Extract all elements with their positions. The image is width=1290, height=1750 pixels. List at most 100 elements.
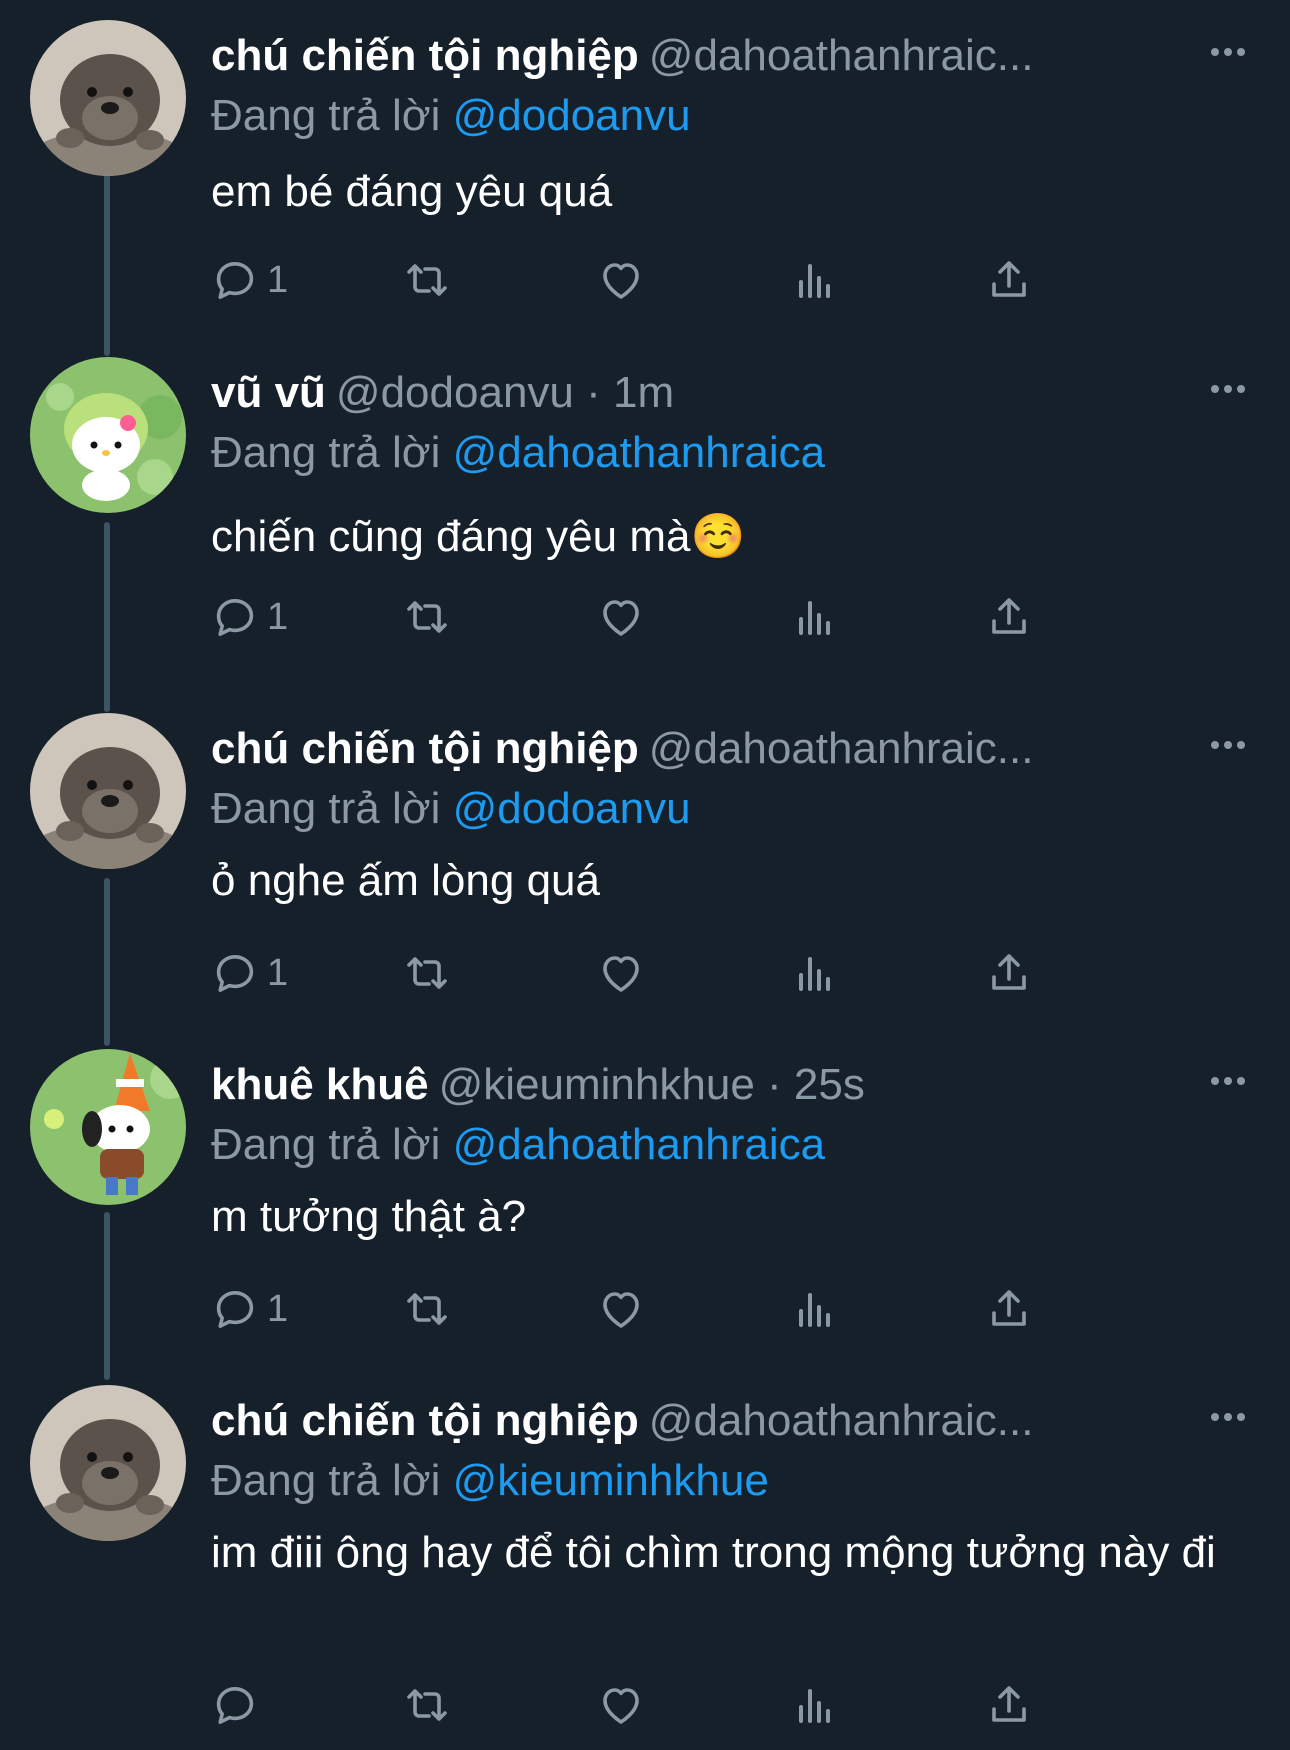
heart-icon: [603, 263, 639, 299]
display-name[interactable]: chú chiến tội nghiệp: [211, 1396, 639, 1445]
otter-avatar[interactable]: [30, 713, 186, 869]
display-name[interactable]: khuê khuê: [211, 1060, 429, 1109]
tweet[interactable]: khuê khuê @kieuminhkhue · 25s Đang trả lờ…: [0, 1049, 1290, 1369]
replying-to: Đang trả lời @dahoathanhraica: [211, 1115, 825, 1175]
reply-icon: [216, 1687, 254, 1724]
retweet-icon: [407, 264, 447, 296]
tweet-text: chiến cũng đáng yêu mà☺️: [211, 512, 746, 561]
like-button[interactable]: [597, 943, 645, 1003]
tweet-text: im điii ông hay để tôi chìm trong mộng t…: [211, 1528, 1216, 1577]
reply-icon: [216, 599, 254, 636]
share-button[interactable]: [985, 587, 1033, 647]
tweet[interactable]: chú chiến tội nghiệp @dahoathanhraic... Đ…: [0, 20, 1290, 340]
tweet-header: chú chiến tội nghiệp @dahoathanhraic...: [211, 719, 1171, 779]
replying-prefix: Đang trả lời: [211, 1120, 441, 1169]
analytics-icon: [799, 1689, 830, 1723]
tweet[interactable]: chú chiến tội nghiệp @dahoathanhraic... Đ…: [0, 713, 1290, 1033]
display-name[interactable]: vũ vũ: [211, 368, 326, 417]
views-button[interactable]: [791, 943, 839, 1003]
views-button[interactable]: [791, 1279, 839, 1339]
share-icon: [992, 598, 1026, 634]
tweet[interactable]: vũ vũ @dodoanvu · 1m Đang trả lời @dahoat…: [0, 357, 1290, 697]
display-name[interactable]: chú chiến tội nghiệp: [211, 31, 639, 80]
retweet-button[interactable]: [403, 943, 451, 1003]
replying-to: Đang trả lời @dodoanvu: [211, 86, 691, 146]
analytics-icon: [799, 957, 830, 991]
share-button[interactable]: [985, 1675, 1033, 1735]
analytics-icon: [799, 1293, 830, 1327]
tweet-header: vũ vũ @dodoanvu · 1m: [211, 363, 1171, 423]
user-handle[interactable]: @kieuminhkhue: [439, 1060, 755, 1109]
like-button[interactable]: [597, 1279, 645, 1339]
share-button[interactable]: [985, 250, 1033, 310]
views-button[interactable]: [791, 587, 839, 647]
more-options-icon[interactable]: [1198, 32, 1258, 72]
share-icon: [992, 954, 1026, 990]
share-button[interactable]: [985, 943, 1033, 1003]
user-handle[interactable]: @dahoathanhraic...: [649, 724, 1034, 773]
retweet-icon: [407, 1293, 447, 1325]
mention-link[interactable]: @dahoathanhraica: [453, 1120, 826, 1169]
share-button[interactable]: [985, 1279, 1033, 1339]
retweet-button[interactable]: [403, 1279, 451, 1339]
retweet-button[interactable]: [403, 1675, 451, 1735]
mention-link[interactable]: @dahoathanhraica: [453, 428, 826, 477]
retweet-button[interactable]: [403, 587, 451, 647]
reply-button[interactable]: 1: [211, 250, 288, 310]
like-button[interactable]: [597, 587, 645, 647]
like-button[interactable]: [597, 250, 645, 310]
like-button[interactable]: [597, 1675, 645, 1735]
user-handle[interactable]: @dahoathanhraic...: [649, 31, 1034, 80]
reply-button[interactable]: 1: [211, 943, 288, 1003]
heart-icon: [603, 1688, 639, 1724]
user-handle[interactable]: @dodoanvu: [336, 368, 574, 417]
tweet[interactable]: chú chiến tội nghiệp @dahoathanhraic... Đ…: [0, 1385, 1290, 1750]
reply-count: 1: [267, 258, 289, 301]
reply-icon: [216, 1291, 254, 1328]
more-options-icon[interactable]: [1198, 369, 1258, 409]
reply-icon: [216, 955, 254, 992]
views-button[interactable]: [791, 250, 839, 310]
hello-kitty-avatar[interactable]: [30, 357, 186, 513]
tweet-actions: [211, 1675, 1141, 1735]
user-handle[interactable]: @dahoathanhraic...: [649, 1396, 1034, 1445]
analytics-icon: [799, 601, 830, 635]
mention-link[interactable]: @kieuminhkhue: [453, 1456, 769, 1505]
retweet-button[interactable]: [403, 250, 451, 310]
tweet-header: khuê khuê @kieuminhkhue · 25s: [211, 1055, 1171, 1115]
retweet-icon: [407, 957, 447, 989]
share-icon: [992, 261, 1026, 297]
heart-icon: [603, 600, 639, 636]
reply-button[interactable]: 1: [211, 1279, 288, 1339]
reply-count: 1: [267, 951, 289, 994]
replying-to: Đang trả lời @dodoanvu: [211, 779, 691, 839]
mention-link[interactable]: @dodoanvu: [453, 784, 691, 833]
mention-link[interactable]: @dodoanvu: [453, 91, 691, 140]
reply-button[interactable]: 1: [211, 587, 288, 647]
otter-avatar[interactable]: [30, 1385, 186, 1541]
reply-icon: [216, 262, 254, 299]
display-name[interactable]: chú chiến tội nghiệp: [211, 724, 639, 773]
tweet-actions: 1: [211, 587, 1141, 647]
tweet-text: em bé đáng yêu quá: [211, 167, 613, 216]
tweet-text: m tưởng thật à?: [211, 1192, 527, 1241]
more-options-icon[interactable]: [1198, 1397, 1258, 1437]
heart-icon: [603, 1292, 639, 1328]
tweet-actions: 1: [211, 943, 1141, 1003]
reply-button[interactable]: [211, 1675, 267, 1735]
otter-avatar[interactable]: [30, 20, 186, 176]
more-options-icon[interactable]: [1198, 725, 1258, 765]
reply-count: 1: [267, 595, 289, 638]
replying-prefix: Đang trả lời: [211, 784, 441, 833]
share-icon: [992, 1686, 1026, 1722]
share-icon: [992, 1290, 1026, 1326]
more-options-icon[interactable]: [1198, 1061, 1258, 1101]
views-button[interactable]: [791, 1675, 839, 1735]
retweet-icon: [407, 601, 447, 633]
tweet-header: chú chiến tội nghiệp @dahoathanhraic...: [211, 26, 1171, 86]
timestamp[interactable]: · 1m: [586, 368, 674, 417]
timestamp[interactable]: · 25s: [767, 1060, 865, 1109]
reply-count: 1: [267, 1287, 289, 1330]
pochacco-avatar[interactable]: [30, 1049, 186, 1205]
tweet-actions: 1: [211, 1279, 1141, 1339]
